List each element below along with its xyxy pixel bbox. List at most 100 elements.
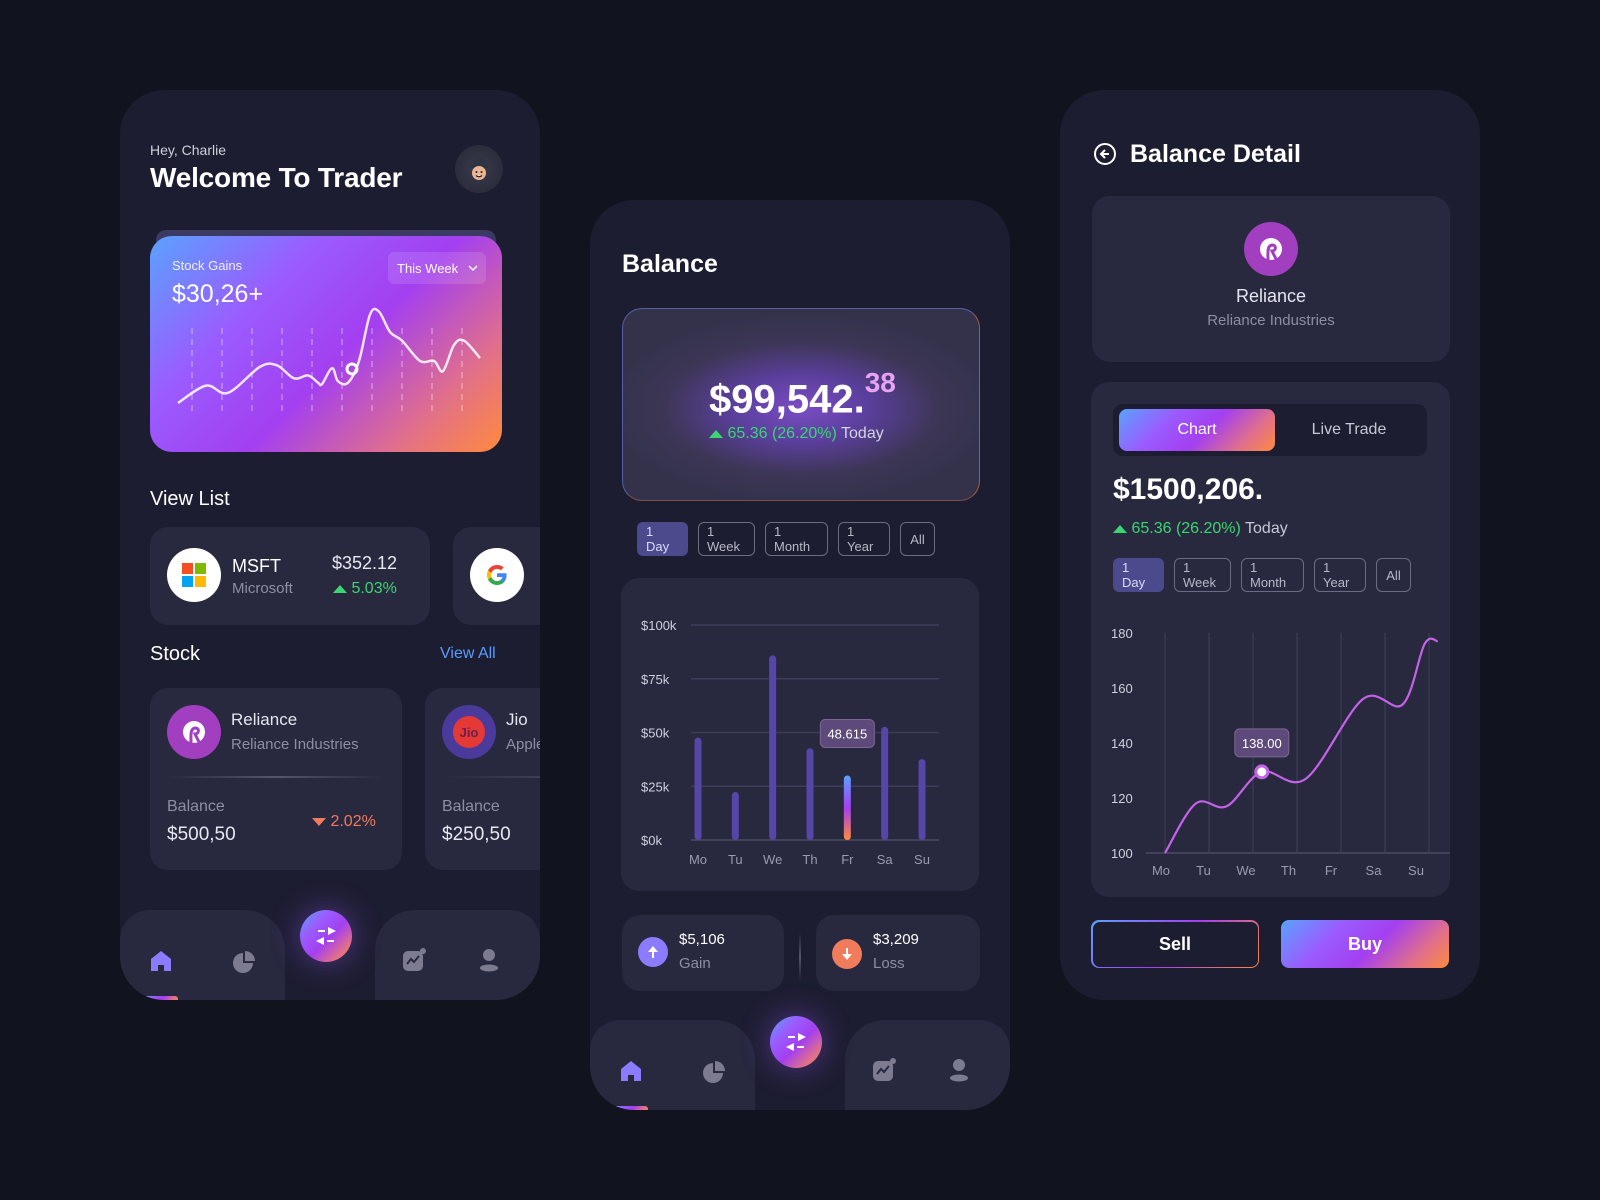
sparkline-marker [345, 362, 359, 376]
user-icon [950, 1059, 968, 1082]
company-full-name: Reliance Industries [1207, 312, 1335, 329]
user-icon [480, 949, 498, 972]
nav-profile[interactable] [949, 1058, 969, 1087]
swap-icon [316, 927, 336, 945]
stock-company: Reliance Industries [231, 736, 359, 753]
change-value: 5.03% [351, 580, 397, 597]
range-1-week[interactable]: 1 Week [1174, 558, 1231, 592]
range-1-month[interactable]: 1 Month [765, 522, 828, 556]
price: $352.12 [332, 553, 398, 573]
range-1-day[interactable]: 1 Day [1113, 558, 1164, 592]
divider [167, 776, 385, 778]
stock-name: Jio [506, 710, 528, 729]
nav-right-segment [375, 910, 540, 1000]
x-tick-label: Sa [1366, 863, 1383, 878]
balance-change: 65.36 (26.20%) Today [709, 425, 884, 443]
divider [799, 933, 801, 981]
microsoft-logo [167, 548, 221, 602]
line-chart: 100 120 140 160 180 Mo Tu We Th Fr Sa Su 138.00 [1111, 626, 1450, 878]
bar-su [918, 759, 926, 840]
y-tick-label: 120 [1111, 791, 1133, 806]
divider [442, 776, 540, 778]
watchlist-item-msft[interactable]: MSFT Microsoft $352.12 5.03% [150, 527, 430, 625]
stock-name: Reliance [231, 710, 298, 729]
view-list-title: View List [150, 488, 230, 510]
jio-logo: Jio [442, 705, 496, 759]
bar-fr [843, 775, 851, 840]
sell-label: Sell [1092, 921, 1258, 967]
range-1-day[interactable]: 1 Day [637, 522, 688, 556]
buy-button[interactable]: Buy [1281, 920, 1449, 968]
range-1-month[interactable]: 1 Month [1241, 558, 1304, 592]
change-suffix: Today [1245, 520, 1288, 537]
loss-card: $3,209 Loss [816, 915, 980, 991]
nav-home[interactable] [150, 950, 172, 977]
change: 5.03% [333, 580, 397, 598]
avatar-face-icon [470, 158, 488, 180]
back-arrow-icon [1094, 143, 1116, 165]
x-tick-label: Th [1281, 863, 1296, 878]
stock-card-jio[interactable]: Jio Jio Apple Balance $250,50 [425, 688, 540, 870]
y-tick-label: $25k [641, 779, 670, 794]
balance-value: $250,50 [442, 824, 511, 845]
nav-left-segment [120, 910, 285, 1000]
price-line [1164, 637, 1439, 854]
range-1-week[interactable]: 1 Week [698, 522, 755, 556]
gain-card: $5,106 Gain [622, 915, 784, 991]
ticker: MSFT [232, 556, 281, 576]
up-arrow-icon [333, 584, 347, 593]
x-tick-label: We [763, 852, 782, 867]
reliance-logo [167, 705, 221, 759]
y-tick-label: 100 [1111, 846, 1133, 861]
trade-fab-button[interactable] [770, 1016, 822, 1068]
change-value: 65.36 (26.20%) [1131, 520, 1241, 537]
detail-price: $1500,206. [1113, 473, 1264, 506]
y-tick-label: $100k [641, 618, 677, 633]
x-tick-label: Mo [1152, 863, 1170, 878]
stock-gains-card[interactable]: Stock Gains $30,26+ This Week [150, 236, 502, 452]
company-name: Reliance [1235, 286, 1307, 306]
gain-label: Gain [679, 955, 711, 972]
balance-detail-screen: Balance Detail Reliance Reliance Industr… [1060, 90, 1480, 1000]
nav-markets[interactable] [402, 948, 426, 977]
nav-left-segment [590, 1020, 755, 1110]
range-all[interactable]: All [900, 522, 935, 556]
nav-profile[interactable] [479, 948, 499, 977]
loss-label: Loss [873, 955, 905, 972]
y-tick-label: 140 [1111, 736, 1133, 751]
view-all-link[interactable]: View All [440, 645, 496, 663]
range-all[interactable]: All [1376, 558, 1411, 592]
bar-tu [731, 792, 739, 840]
sell-button[interactable]: Sell [1091, 920, 1259, 968]
highlight-point [1254, 764, 1270, 780]
google-logo-icon [487, 565, 507, 585]
down-arrow-icon [312, 817, 326, 826]
watchlist-item-google[interactable] [453, 527, 540, 625]
trade-fab-button[interactable] [300, 910, 352, 962]
bar-tooltip: 48.615 [819, 719, 875, 748]
balance-amount-cents: 38 [864, 367, 896, 398]
avatar[interactable] [455, 145, 503, 193]
range-1-year[interactable]: 1 Year [838, 522, 890, 556]
microsoft-logo-icon [182, 563, 206, 587]
back-button[interactable] [1093, 142, 1117, 171]
change-value: 2.02% [330, 813, 376, 830]
range-1-year[interactable]: 1 Year [1314, 558, 1366, 592]
loss-icon-circle [832, 939, 862, 969]
tab-live-trade[interactable]: Live Trade [1275, 409, 1423, 451]
x-tick-label: Mo [689, 852, 707, 867]
tooltip-value: 48.615 [827, 727, 867, 742]
arrow-up-icon [648, 946, 658, 958]
stock-card-reliance[interactable]: Reliance Reliance Industries Balance $50… [150, 688, 402, 870]
nav-portfolio[interactable] [702, 1060, 726, 1089]
nav-portfolio[interactable] [232, 950, 256, 979]
bar-chart: $0k $25k $50k $75k $100k Mo Tu We Th Fr 48.615 Sa Su [641, 618, 939, 867]
tab-chart[interactable]: Chart [1119, 409, 1275, 451]
detail-change: 65.36 (26.20%) Today [1113, 520, 1288, 538]
chart-card: Chart Live Trade $1500,206. 65.36 (26.20… [1091, 382, 1450, 897]
stock-company: Apple [506, 736, 540, 753]
nav-home[interactable] [620, 1060, 642, 1087]
balance-hero-card: $99,542.38 65.36 (26.20%) Today [622, 308, 980, 501]
x-tick-label: Fr [1325, 863, 1338, 878]
nav-markets[interactable] [872, 1058, 896, 1087]
